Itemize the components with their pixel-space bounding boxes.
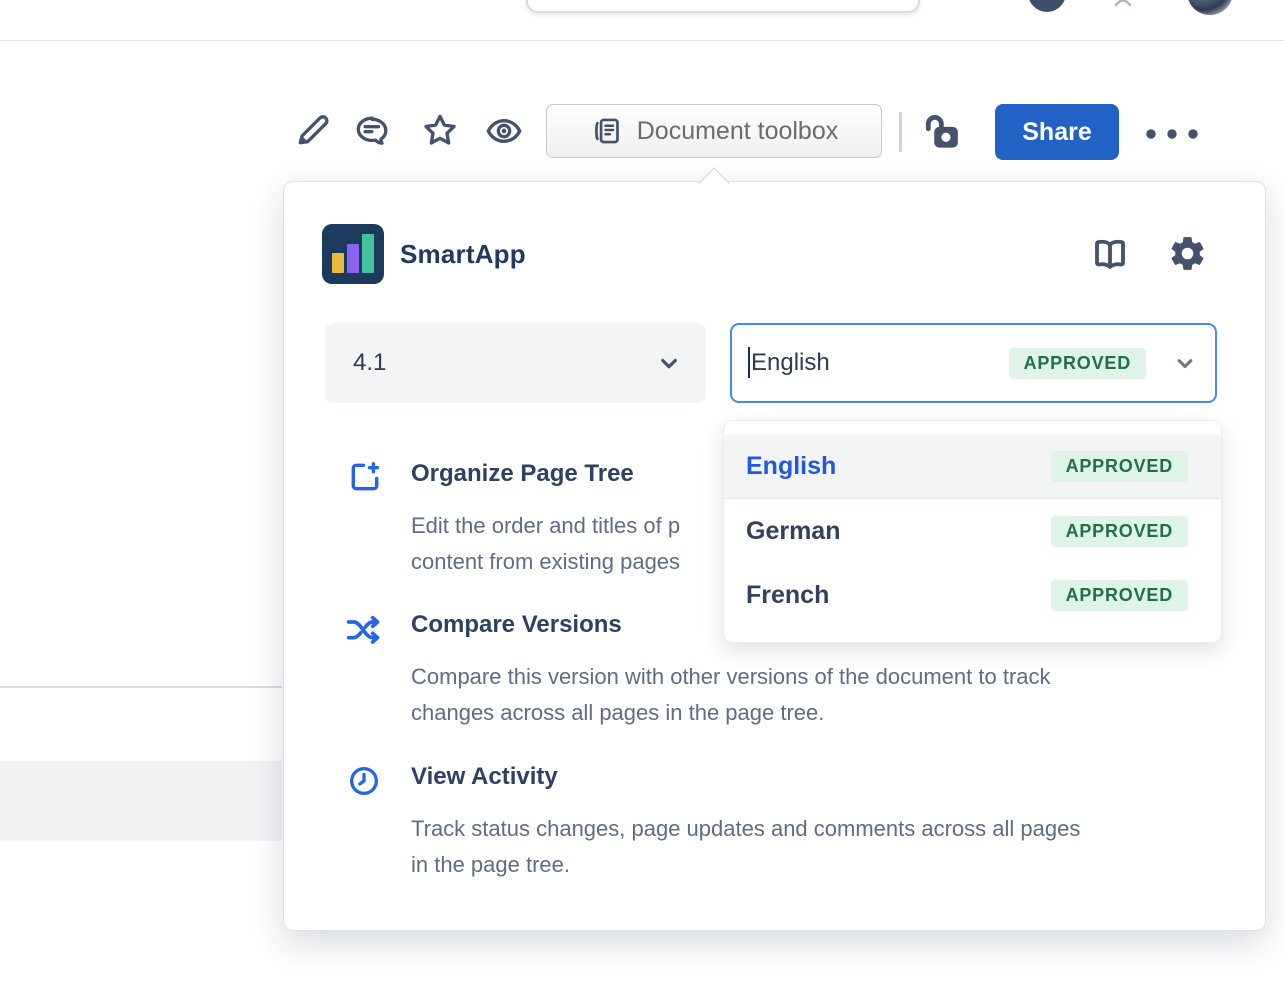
language-option-label: English xyxy=(746,452,1051,481)
document-toolbox-label: Document toolbox xyxy=(637,117,839,146)
shuffle-icon xyxy=(343,610,383,650)
smartapp-logo xyxy=(322,224,384,284)
header-divider xyxy=(0,40,1284,41)
content-divider xyxy=(0,686,282,688)
status-badge: APPROVED xyxy=(1051,516,1188,547)
menu-item-view-activity[interactable]: View Activity Track status changes, page… xyxy=(347,760,1207,883)
chevron-down-icon xyxy=(654,348,684,378)
watch-eye-icon[interactable] xyxy=(484,111,524,151)
document-toolbox-button[interactable]: Document toolbox xyxy=(546,104,882,158)
logo-bar-teal xyxy=(362,234,374,273)
avatar[interactable] xyxy=(1028,0,1066,12)
menu-item-title: View Activity xyxy=(411,762,1207,792)
documentation-book-icon[interactable] xyxy=(1090,234,1130,274)
journal-icon xyxy=(590,114,624,148)
avatar[interactable] xyxy=(1187,0,1233,15)
settings-gear-icon[interactable] xyxy=(1167,233,1208,274)
content-row-highlight xyxy=(0,761,282,841)
status-badge: APPROVED xyxy=(1009,348,1146,379)
menu-item-description: Track status changes, page updates and c… xyxy=(411,811,1207,883)
version-value: 4.1 xyxy=(353,349,386,377)
language-dropdown: English APPROVED German APPROVED French … xyxy=(723,420,1222,643)
version-select[interactable]: 4.1 xyxy=(325,323,706,403)
language-select[interactable]: English APPROVED xyxy=(730,323,1217,403)
edit-icon[interactable] xyxy=(292,111,332,151)
favorite-star-icon[interactable] xyxy=(420,110,460,150)
status-badge: APPROVED xyxy=(1051,580,1188,611)
document-toolbox-popup: SmartApp 4.1 English APPROVED English AP… xyxy=(283,181,1266,931)
logo-bar-yellow xyxy=(332,253,344,273)
unlock-icon[interactable] xyxy=(917,107,963,153)
search-input[interactable] xyxy=(526,0,920,13)
status-badge: APPROVED xyxy=(1051,451,1188,482)
language-option-label: French xyxy=(746,581,1051,610)
language-value: English xyxy=(751,349,830,377)
menu-item-description: Compare this version with other versions… xyxy=(411,659,1207,731)
app-title: SmartApp xyxy=(400,239,526,270)
comment-icon[interactable] xyxy=(353,111,393,151)
clock-icon xyxy=(347,764,381,798)
language-option-german[interactable]: German APPROVED xyxy=(724,499,1221,563)
share-button[interactable]: Share xyxy=(995,104,1119,160)
more-actions-button[interactable] xyxy=(1142,119,1202,149)
language-option-label: German xyxy=(746,517,1051,546)
language-option-english[interactable]: English APPROVED xyxy=(724,435,1221,499)
chevron-down-icon xyxy=(1171,349,1199,377)
add-page-icon xyxy=(347,459,383,495)
language-option-french[interactable]: French APPROVED xyxy=(724,563,1221,627)
help-icon-partial xyxy=(1114,0,1132,7)
toolbar-divider xyxy=(899,112,902,152)
logo-bar-purple xyxy=(347,244,359,273)
text-cursor xyxy=(748,347,750,378)
